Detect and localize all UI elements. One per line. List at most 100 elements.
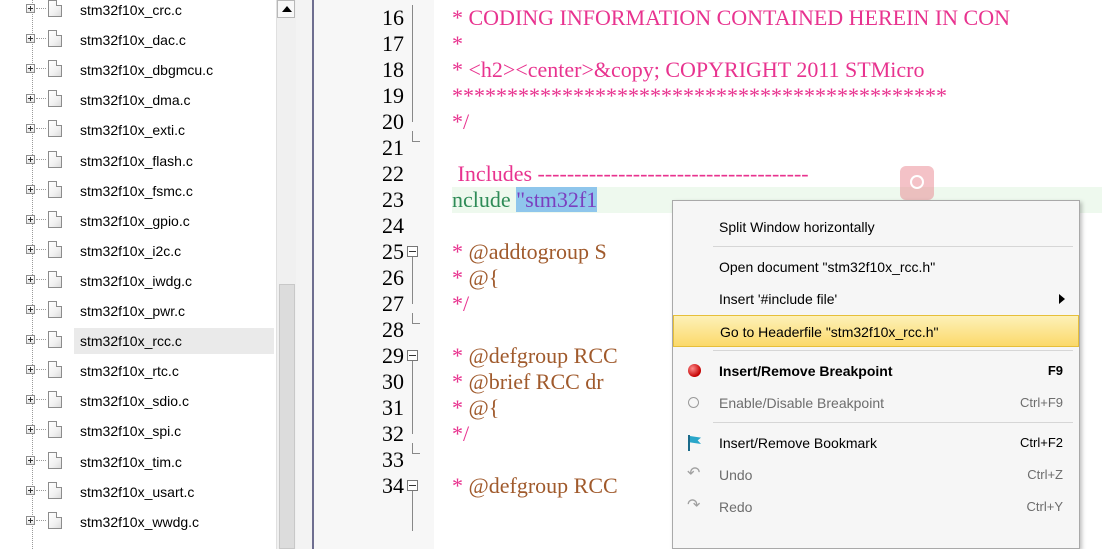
expand-icon[interactable]: [26, 214, 35, 224]
tree-file-item[interactable]: stm32f10x_crc.c: [0, 0, 284, 23]
fold-end-marker: [412, 313, 420, 324]
tree-file-item[interactable]: stm32f10x_dbgmcu.c: [0, 57, 284, 83]
fold-collapse-icon[interactable]: [407, 246, 418, 257]
menu-item-insert-remove-breakpoint[interactable]: Insert/Remove Breakpoint F9: [673, 355, 1079, 387]
tree-file-item[interactable]: stm32f10x_rcc.c: [0, 328, 284, 355]
line-number: 23: [382, 187, 404, 212]
breakpoint-icon: [688, 364, 701, 377]
fold-collapse-icon[interactable]: [407, 480, 418, 491]
line-number: 27: [382, 291, 404, 316]
line-number: 33: [382, 447, 404, 472]
tree-file-item[interactable]: stm32f10x_spi.c: [0, 418, 284, 444]
file-icon: [48, 120, 62, 138]
expand-icon[interactable]: [26, 515, 35, 525]
line-number: 22: [382, 161, 404, 186]
expand-icon[interactable]: [26, 335, 35, 345]
tree-connector: [36, 519, 46, 521]
tree-file-item[interactable]: stm32f10x_dac.c: [0, 27, 284, 53]
expand-icon[interactable]: [26, 34, 35, 44]
expand-icon[interactable]: [26, 425, 35, 435]
scroll-thumb[interactable]: [279, 284, 295, 549]
doc-tag: @defgroup RCC: [468, 343, 618, 368]
expand-icon[interactable]: [26, 64, 35, 74]
menu-item-redo[interactable]: ↷ Redo Ctrl+Y: [673, 491, 1079, 523]
file-icon: [48, 240, 62, 258]
tree-file-item[interactable]: stm32f10x_sdio.c: [0, 388, 284, 414]
comment-prefix: *: [452, 343, 469, 368]
expand-icon[interactable]: [26, 244, 35, 254]
pane-splitter[interactable]: [296, 0, 312, 549]
code-line[interactable]: 17 *: [314, 31, 1102, 57]
tree-connector: [36, 339, 46, 341]
menu-item-open-document-stm32f10x-rcc-h[interactable]: Open document "stm32f10x_rcc.h": [673, 251, 1079, 283]
menu-item-enable-disable-breakpoint[interactable]: Enable/Disable Breakpoint Ctrl+F9: [673, 387, 1079, 419]
code-line[interactable]: 22 Includes ----------------------------…: [314, 161, 1102, 187]
file-icon: [48, 210, 62, 228]
menu-item-shortcut: Ctrl+F9: [1020, 395, 1063, 410]
file-icon: [48, 90, 62, 108]
line-number: 19: [382, 83, 404, 108]
expand-icon[interactable]: [26, 274, 35, 284]
expand-icon[interactable]: [26, 94, 35, 104]
tree-file-item[interactable]: stm32f10x_dma.c: [0, 87, 284, 113]
file-icon: [48, 451, 62, 469]
expand-icon[interactable]: [26, 365, 35, 375]
fold-guide: [412, 5, 413, 122]
line-number: 34: [382, 473, 404, 498]
code-text: * @addtogroup S: [452, 239, 607, 265]
code-line[interactable]: 16 * CODING INFORMATION CONTAINED HEREIN …: [314, 5, 1102, 31]
tree-file-item[interactable]: stm32f10x_usart.c: [0, 479, 284, 505]
file-icon: [48, 30, 62, 48]
file-icon: [48, 421, 62, 439]
tree-file-item[interactable]: stm32f10x_pwr.c: [0, 298, 284, 324]
expand-icon[interactable]: [26, 485, 35, 495]
tree-file-item[interactable]: stm32f10x_exti.c: [0, 117, 284, 143]
context-menu: Split Window horizontally Open document "…: [672, 200, 1080, 549]
tree-file-item[interactable]: stm32f10x_tim.c: [0, 449, 284, 475]
file-icon: [48, 331, 62, 349]
expand-icon[interactable]: [26, 124, 35, 134]
tree-file-item[interactable]: stm32f10x_flash.c: [0, 148, 284, 174]
menu-item-label: Enable/Disable Breakpoint: [719, 395, 884, 411]
comment-prefix: *: [452, 265, 469, 290]
tree-file-name: stm32f10x_i2c.c: [80, 242, 182, 259]
scroll-up-button[interactable]: [277, 0, 295, 18]
expand-icon[interactable]: [26, 305, 35, 314]
tree-file-item[interactable]: stm32f10x_fsmc.c: [0, 178, 284, 204]
menu-item-label: Insert '#include file': [719, 291, 838, 307]
line-number: 16: [382, 5, 404, 30]
tree-file-item[interactable]: stm32f10x_gpio.c: [0, 208, 284, 234]
expand-icon[interactable]: [26, 395, 35, 405]
expand-icon[interactable]: [26, 154, 35, 164]
tree-file-item[interactable]: stm32f10x_i2c.c: [0, 238, 284, 264]
menu-item-undo[interactable]: ↶ Undo Ctrl+Z: [673, 459, 1079, 491]
file-icon: [48, 361, 62, 379]
tree-file-name: stm32f10x_exti.c: [80, 122, 186, 139]
menu-item-split-window-horizontally[interactable]: Split Window horizontally: [673, 211, 1079, 243]
code-line[interactable]: 21: [314, 135, 1102, 161]
code-line[interactable]: 20 */: [314, 109, 1102, 135]
expand-icon[interactable]: [26, 4, 35, 13]
code-line[interactable]: 18 * <h2><center>&copy; COPYRIGHT 2011 ST…: [314, 57, 1102, 83]
line-number: 26: [382, 265, 404, 290]
code-line[interactable]: 19 **************************************…: [314, 83, 1102, 109]
menu-item-go-to-headerfile-stm32f10x-rcc-h[interactable]: Go to Headerfile "stm32f10x_rcc.h": [673, 315, 1079, 347]
menu-item-insert-include-file[interactable]: Insert '#include file': [673, 283, 1079, 315]
tree-file-item[interactable]: stm32f10x_wwdg.c: [0, 509, 284, 535]
menu-item-insert-remove-bookmark[interactable]: Insert/Remove Bookmark Ctrl+F2: [673, 427, 1079, 459]
fold-collapse-icon[interactable]: [407, 350, 418, 361]
menu-item-label: Open document "stm32f10x_rcc.h": [719, 259, 936, 275]
doc-tag: @defgroup RCC: [468, 473, 618, 498]
tree-scrollbar[interactable]: [276, 0, 297, 549]
file-icon: [48, 481, 62, 499]
breakpoint-outline-icon: [688, 397, 699, 408]
include-filename-selected[interactable]: "stm32f1: [516, 187, 598, 212]
expand-icon[interactable]: [26, 455, 35, 465]
line-number: 20: [382, 109, 404, 134]
expand-icon[interactable]: [26, 184, 35, 194]
tree-file-item[interactable]: stm32f10x_iwdg.c: [0, 268, 284, 294]
fold-end-marker: [412, 131, 420, 142]
file-icon: [48, 180, 62, 198]
project-file-tree: stm32f10x_crc.c stm32f10x_dac.c stm32f10x_…: [0, 0, 284, 549]
tree-file-item[interactable]: stm32f10x_rtc.c: [0, 358, 284, 384]
